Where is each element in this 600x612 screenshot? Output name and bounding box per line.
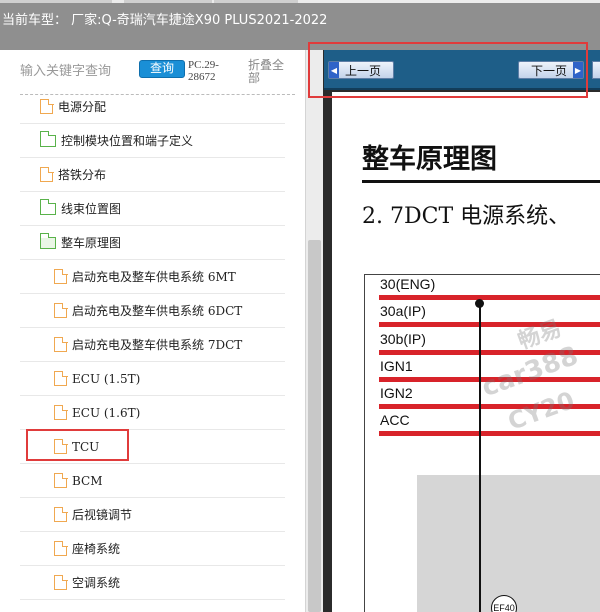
tree-item[interactable]: BCM xyxy=(20,464,285,498)
search-input[interactable] xyxy=(20,61,138,81)
power-rail xyxy=(379,431,600,436)
doc-code: PC.29-28672 xyxy=(188,59,219,83)
power-rail xyxy=(379,322,600,327)
tree-item-label: 启动充电及整车供电系统 6DCT xyxy=(72,304,243,318)
tree-item[interactable]: ECU (1.5T) xyxy=(20,362,285,396)
wire-junction xyxy=(475,299,484,308)
search-button[interactable]: 查询 xyxy=(139,60,185,78)
document-icon xyxy=(54,404,68,420)
document-icon xyxy=(54,472,68,488)
diagram-shaded-area xyxy=(417,475,600,612)
document-viewer: ◀ 上一页 下一页 ▶ 整车原理图 2. 7DCT 电源系统、 30(ENG) … xyxy=(323,50,600,612)
tree-item-label: 整车原理图 xyxy=(61,236,122,250)
tree-item[interactable]: 后视镜调节 xyxy=(20,498,285,532)
document-icon xyxy=(54,336,68,352)
tree-item[interactable]: 搭铁分布 xyxy=(20,158,285,192)
rail-label: 30b(IP) xyxy=(380,331,426,347)
tree-item[interactable]: 线束位置图 xyxy=(20,192,285,226)
tree-item-label: 座椅系统 xyxy=(72,542,121,556)
tree-item[interactable]: ECU (1.6T) xyxy=(20,396,285,430)
tree-item[interactable]: 控制模块位置和端子定义 xyxy=(20,124,285,158)
rail-label: 30(ENG) xyxy=(380,276,436,292)
sidebar: 查询 PC.29-28672 折叠全部 电源分配 控制模块位置和端子定义 搭铁分… xyxy=(0,50,305,612)
page-subtitle: 2. 7DCT 电源系统、 xyxy=(362,204,571,229)
scroll-thumb[interactable] xyxy=(308,240,321,612)
document-icon xyxy=(54,506,68,522)
tree-item-label: ECU (1.6T) xyxy=(72,405,141,420)
tab-strip xyxy=(0,0,600,3)
title-rule xyxy=(362,180,600,183)
nav-extra-button[interactable] xyxy=(592,61,600,79)
document-icon xyxy=(54,370,68,386)
tree-item[interactable]: 启动充电及整车供电系统 7DCT xyxy=(20,328,285,362)
tree-item-label: 启动充电及整车供电系统 6MT xyxy=(72,270,236,284)
tree-item[interactable]: 启动充电及整车供电系统 6MT xyxy=(20,260,285,294)
tree-item-label: 启动充电及整车供电系统 7DCT xyxy=(72,338,243,352)
tree-item-label: 搭铁分布 xyxy=(58,168,107,182)
nav-highlight-box xyxy=(308,42,588,98)
document-icon xyxy=(54,574,68,590)
document-icon xyxy=(54,540,68,556)
tree-item-label: 线束位置图 xyxy=(61,202,122,216)
tree-item-label: 电源分配 xyxy=(58,100,107,114)
document-icon xyxy=(54,268,68,284)
tree-item-label: 空调系统 xyxy=(72,576,121,590)
doc-tree: 电源分配 控制模块位置和端子定义 搭铁分布 线束位置图 整车原理图 启动充电及整… xyxy=(20,90,285,600)
document-page: 整车原理图 2. 7DCT 电源系统、 30(ENG) 30a(IP) 30b(… xyxy=(332,92,600,612)
folder-icon xyxy=(39,130,56,147)
tree-item-label: BCM xyxy=(72,473,103,488)
power-rail xyxy=(379,295,600,300)
sidebar-scrollbar[interactable] xyxy=(305,50,323,612)
rail-label: ACC xyxy=(380,412,410,428)
document-icon xyxy=(40,98,54,114)
collapse-all-button[interactable]: 折叠全部 xyxy=(248,59,288,85)
page-title: 整车原理图 xyxy=(362,144,497,175)
folder-open-icon xyxy=(39,232,56,249)
tree-item-label: 控制模块位置和端子定义 xyxy=(61,134,194,148)
tree-item-label: ECU (1.5T) xyxy=(72,371,141,386)
rail-label: 30a(IP) xyxy=(380,303,426,319)
tree-item[interactable]: 电源分配 xyxy=(20,90,285,124)
folder-icon xyxy=(39,198,56,215)
search-row: 查询 PC.29-28672 折叠全部 xyxy=(0,50,305,94)
tcu-highlight-box xyxy=(26,429,129,461)
vehicle-title: 当前车型： 厂家:Q-奇瑞汽车捷途X90 PLUS2021-2022 xyxy=(2,13,328,28)
tree-item-label: 后视镜调节 xyxy=(72,508,133,522)
tree-item[interactable]: 空调系统 xyxy=(20,566,285,600)
tree-item-expanded[interactable]: 整车原理图 xyxy=(20,226,285,260)
tree-item[interactable]: 座椅系统 xyxy=(20,532,285,566)
document-icon xyxy=(40,166,54,182)
wiring-diagram: 30(ENG) 30a(IP) 30b(IP) IGN1 IGN2 ACC EF… xyxy=(364,274,600,612)
rail-label: IGN1 xyxy=(380,358,413,374)
document-icon xyxy=(54,302,68,318)
tree-item[interactable]: 启动充电及整车供电系统 6DCT xyxy=(20,294,285,328)
rail-label: IGN2 xyxy=(380,385,413,401)
wire-trunk xyxy=(479,303,481,612)
